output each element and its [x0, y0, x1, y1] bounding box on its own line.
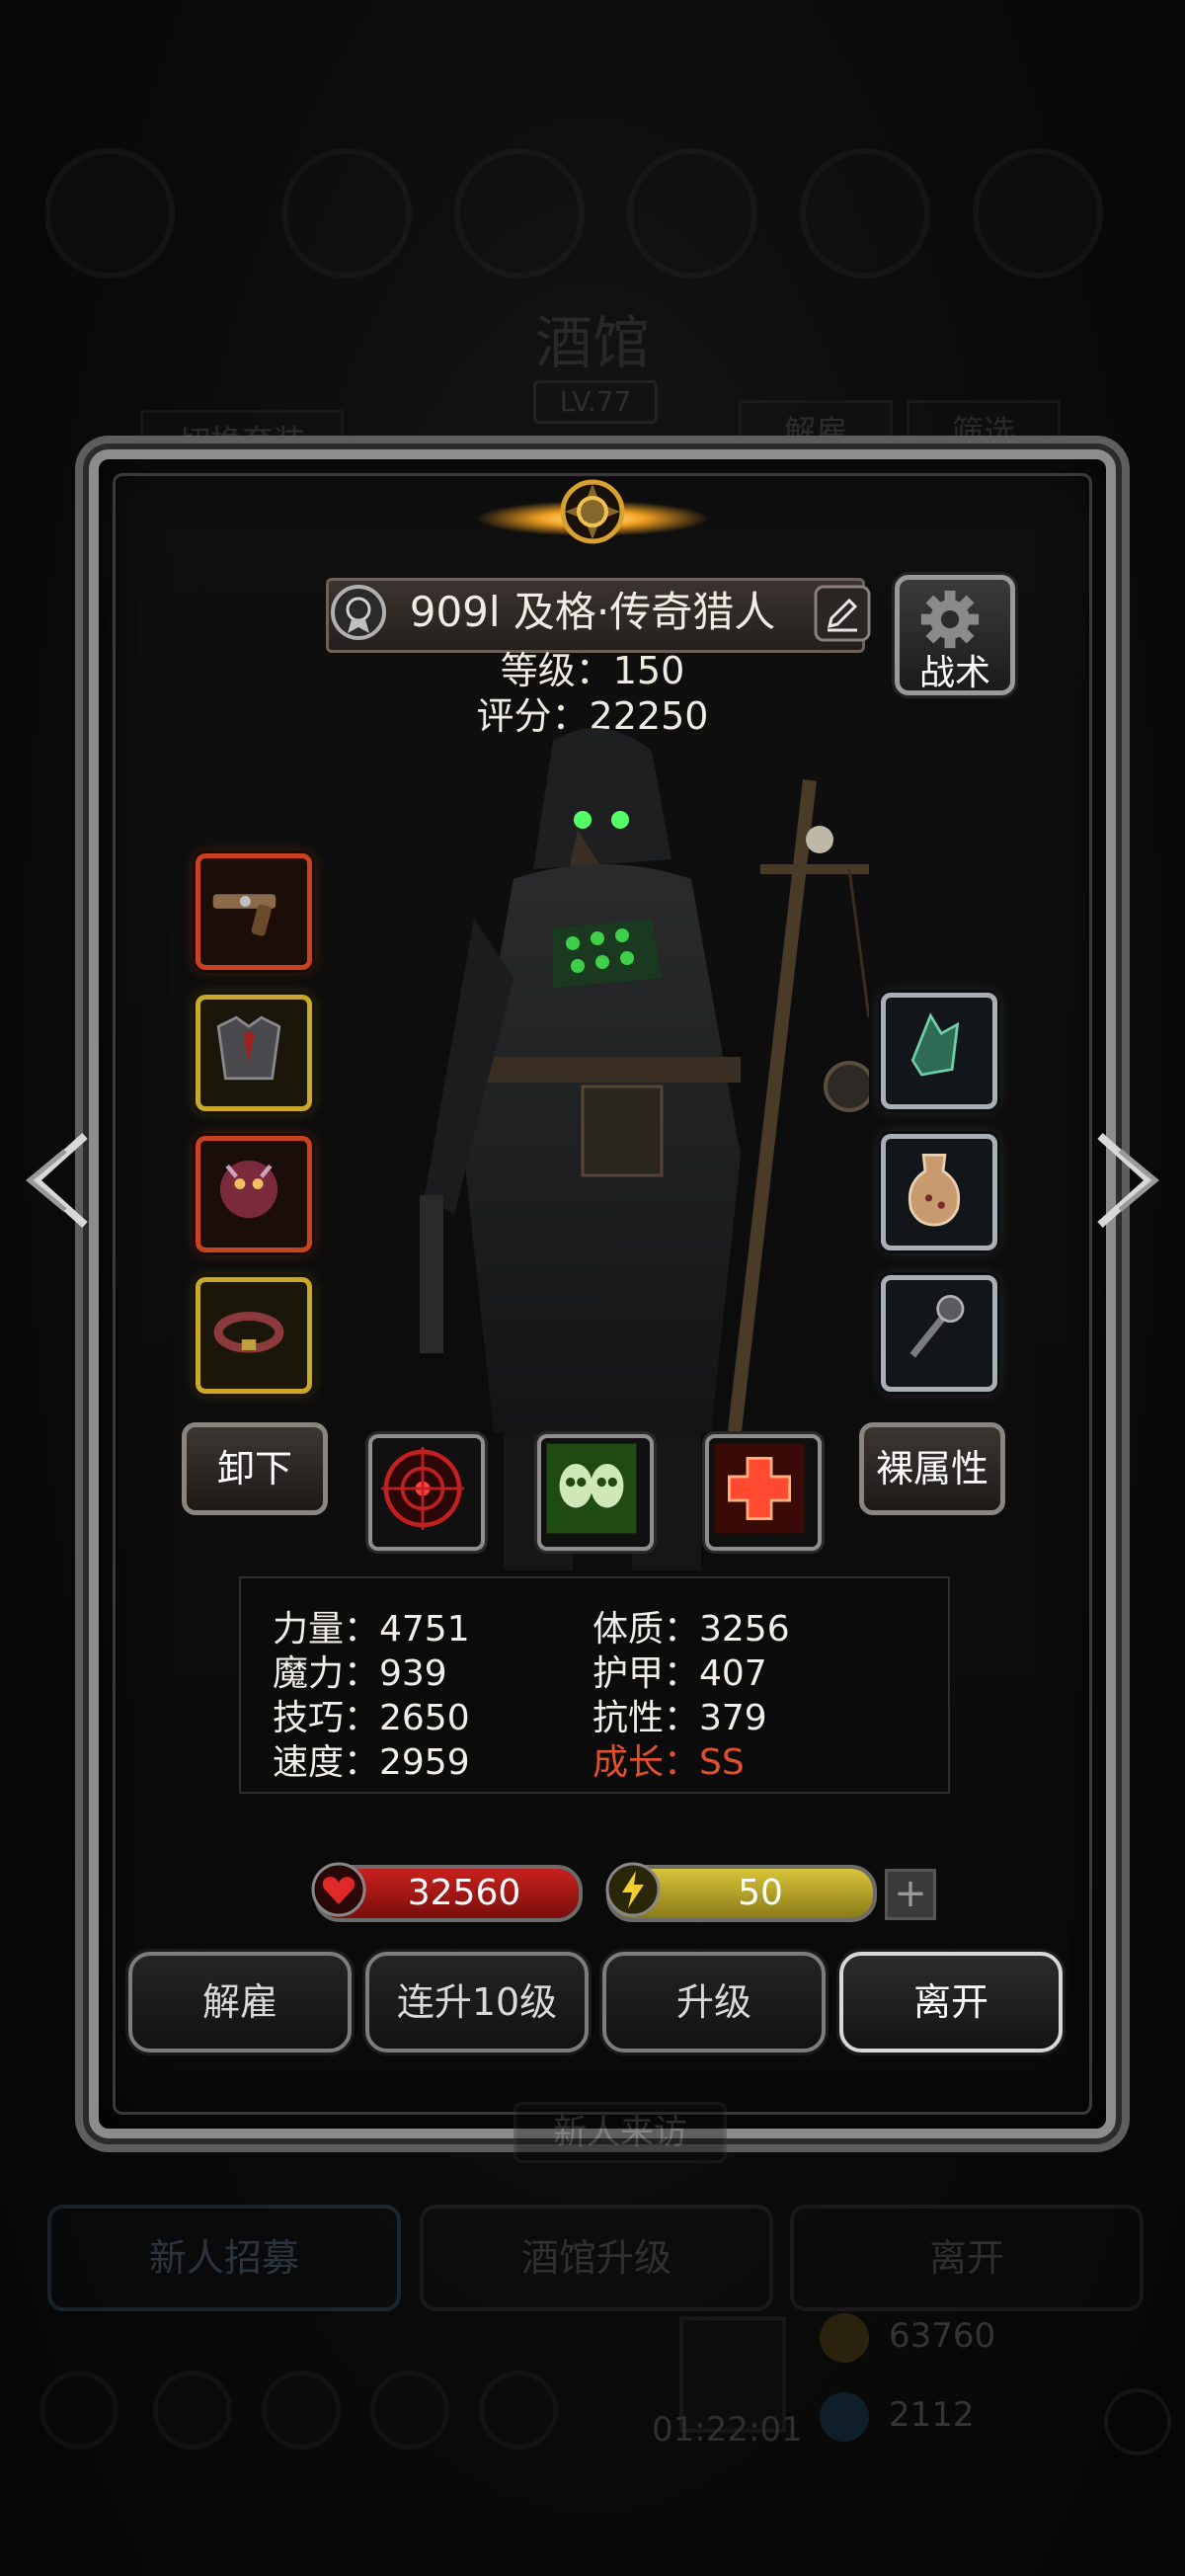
equip-slot-belt[interactable] [196, 1277, 312, 1394]
add-energy-button[interactable]: + [885, 1869, 936, 1920]
bottom-icon-5 [479, 2371, 558, 2450]
pistol-icon [212, 894, 276, 936]
demon-orb-icon [219, 1160, 278, 1219]
heal-cross-skill-icon [714, 1443, 805, 1534]
bottom-icon-3 [262, 2371, 341, 2450]
gem-icon [820, 2392, 869, 2442]
crystal-icon [910, 1012, 960, 1077]
timer-text: 01:22:01 [652, 2410, 803, 2450]
tavern-level: LV.77 [533, 380, 658, 424]
edit-name-icon[interactable] [810, 581, 875, 646]
gold-amount: 63760 [889, 2316, 996, 2356]
skill-slot-3[interactable] [705, 1434, 822, 1551]
potion-flask-icon [908, 1153, 961, 1227]
skulls-skill-icon [546, 1443, 637, 1534]
mace-icon [909, 1294, 965, 1358]
energy-value: 50 [738, 1873, 783, 1913]
level-up-button[interactable]: 升级 [602, 1952, 826, 2053]
target-skill-icon [381, 1447, 464, 1530]
next-hero-arrow-icon[interactable] [1090, 1126, 1169, 1235]
add-icon [1104, 2388, 1171, 2455]
hp-value: 32560 [407, 1873, 521, 1913]
skill-slot-1[interactable] [368, 1434, 485, 1551]
upgrade-tavern-button: 酒馆升级 [420, 2205, 773, 2311]
base-attributes-button[interactable]: 裸属性 [859, 1422, 1005, 1515]
gem-amount: 2112 [889, 2395, 975, 2435]
equip-slot-armor[interactable] [196, 995, 312, 1111]
new-visitor-label: 新人来访 [514, 2102, 727, 2163]
prev-hero-arrow-icon[interactable] [16, 1126, 95, 1235]
menu-icon-1 [281, 148, 412, 279]
portrait-icon [44, 148, 175, 279]
stat-growth: 成长：SS [592, 1742, 745, 1783]
gold-coin-icon [820, 2313, 869, 2363]
unequip-button[interactable]: 卸下 [182, 1422, 328, 1515]
dismiss-button[interactable]: 解雇 [128, 1952, 352, 2053]
equip-slot-gem[interactable] [881, 993, 997, 1109]
equip-slot-weapon[interactable] [196, 853, 312, 970]
armor-icon [216, 1015, 281, 1081]
equip-slot-accessory[interactable] [196, 1136, 312, 1252]
bottom-icon-1 [40, 2371, 118, 2450]
belt-icon [213, 1311, 284, 1353]
bottom-icon-2 [153, 2371, 232, 2450]
leave-button[interactable]: 离开 [839, 1952, 1063, 2053]
skill-slot-2[interactable] [537, 1434, 654, 1551]
equip-slot-potion[interactable] [881, 1134, 997, 1250]
bg-leave-button: 离开 [790, 2205, 1144, 2311]
menu-icon-4 [800, 148, 930, 279]
level-up-10-button[interactable]: 连升10级 [365, 1952, 589, 2053]
menu-icon-3 [627, 148, 757, 279]
menu-icon-2 [454, 148, 585, 279]
emblem-icon [476, 479, 709, 544]
recruit-button: 新人招募 [47, 2205, 401, 2311]
tavern-title: 酒馆 [534, 309, 650, 376]
equip-slot-trinket[interactable] [881, 1275, 997, 1392]
menu-icon-5 [973, 148, 1103, 279]
stat-speed: 速度：2959 [273, 1742, 470, 1783]
hero-name: 909l 及格·传奇猎人 [409, 588, 776, 636]
bottom-icon-4 [370, 2371, 449, 2450]
